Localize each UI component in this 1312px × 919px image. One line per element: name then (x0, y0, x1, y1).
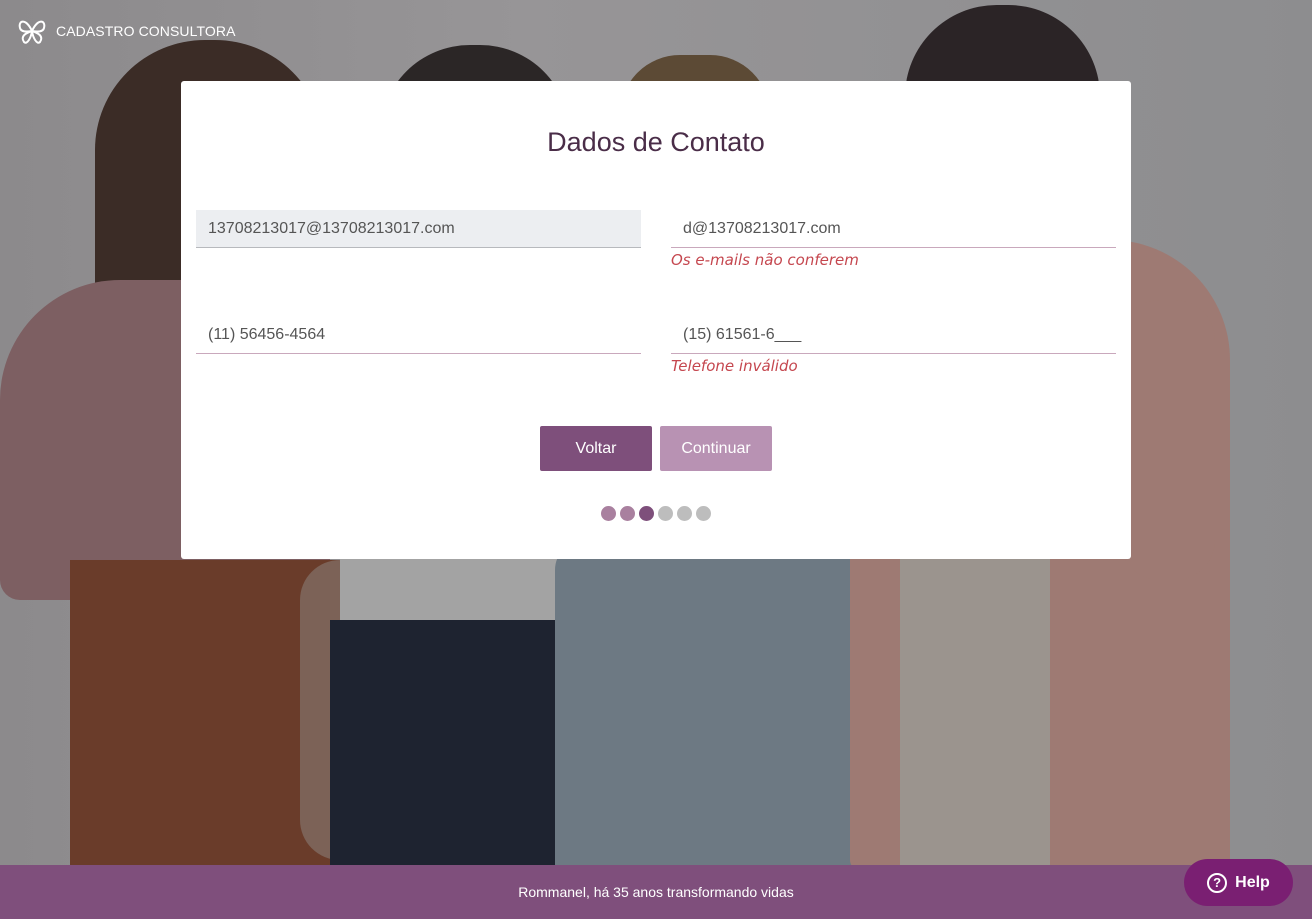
email-field-container (196, 210, 641, 248)
phone-invalid-error: Telefone inválido (671, 357, 798, 375)
brand-header: CADASTRO CONSULTORA (16, 16, 236, 46)
progress-dot (601, 506, 616, 521)
footer-bar: Rommanel, há 35 anos transformando vidas (0, 865, 1312, 919)
help-button[interactable]: ? Help (1184, 859, 1293, 906)
email-mismatch-error: Os e-mails não conferem (671, 251, 859, 269)
continue-button[interactable]: Continuar (660, 426, 772, 471)
email-input[interactable] (196, 210, 641, 247)
progress-dots (181, 506, 1131, 521)
footer-tagline: Rommanel, há 35 anos transformando vidas (518, 884, 794, 900)
phone-field-container (196, 316, 641, 354)
page-title: Dados de Contato (547, 127, 765, 157)
progress-dot (696, 506, 711, 521)
progress-dot (658, 506, 673, 521)
phone2-input[interactable] (671, 316, 1116, 353)
contact-form-card: Dados de Contato Os e-mails não conferem… (181, 81, 1131, 559)
phone2-field-container (671, 316, 1116, 354)
email-confirm-field-container (671, 210, 1116, 248)
back-button[interactable]: Voltar (540, 426, 652, 471)
brand-title: CADASTRO CONSULTORA (56, 23, 236, 39)
butterfly-logo-icon (18, 20, 46, 44)
progress-dot (620, 506, 635, 521)
help-label: Help (1235, 873, 1270, 891)
question-circle-icon: ? (1207, 872, 1228, 893)
phone-input[interactable] (196, 316, 641, 353)
progress-dot (677, 506, 692, 521)
email-confirm-input[interactable] (671, 210, 1116, 247)
progress-dot (639, 506, 654, 521)
